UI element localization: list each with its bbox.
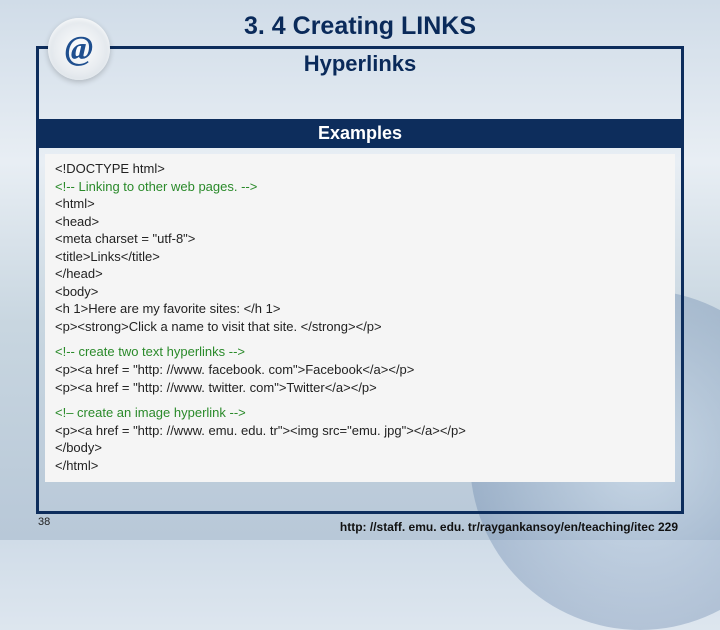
code-line: <p><a href = "http: //www. twitter. com"… [55,379,665,397]
code-line: </html> [55,457,665,475]
code-line: </head> [55,265,665,283]
code-line: <p><a href = "http: //www. facebook. com… [55,361,665,379]
code-comment: <!– create an image hyperlink --> [55,404,665,422]
code-comment: <!-- create two text hyperlinks --> [55,343,665,361]
code-comment: <!-- Linking to other web pages. --> [55,178,665,196]
code-line: <meta charset = "utf-8"> [55,230,665,248]
code-line: <!DOCTYPE html> [55,160,665,178]
examples-header: Examples [39,119,681,148]
code-line: <h 1>Here are my favorite sites: </h 1> [55,300,665,318]
code-line: <title>Links</title> [55,248,665,266]
code-line: <p><strong>Click a name to visit that si… [55,318,665,336]
code-line: </body> [55,439,665,457]
code-example-box: <!DOCTYPE html> <!-- Linking to other we… [45,154,675,482]
slide-title: 3. 4 Creating LINKS [0,0,720,41]
content-frame: Hyperlinks Examples <!DOCTYPE html> <!--… [36,46,684,514]
at-icon: @ [48,18,110,80]
code-line: <p><a href = "http: //www. emu. edu. tr"… [55,422,665,440]
code-line: <body> [55,283,665,301]
code-line: <head> [55,213,665,231]
footer-url: http: //staff. emu. edu. tr/raygankansoy… [340,520,678,534]
slide-subtitle: Hyperlinks [39,51,681,77]
code-line: <html> [55,195,665,213]
page-number: 38 [38,516,50,528]
